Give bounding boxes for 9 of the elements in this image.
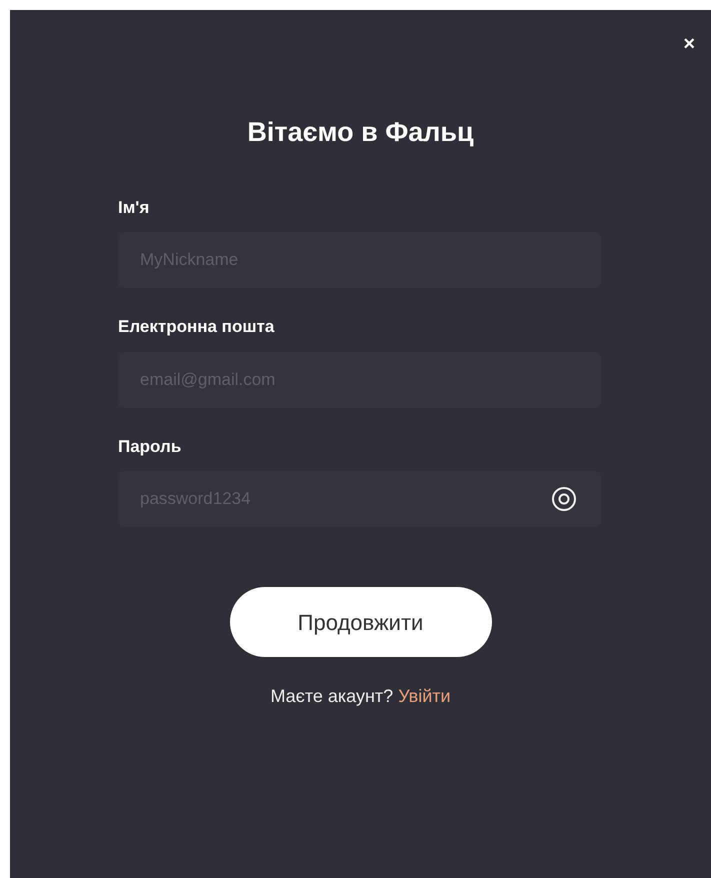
login-prompt: Маєте акаунт? Увійти <box>270 685 451 708</box>
continue-button[interactable]: Продовжити <box>230 587 492 657</box>
close-button[interactable]: × <box>683 34 695 54</box>
field-label: Пароль <box>118 436 182 458</box>
dialog-title: Вітаємо в Фальц <box>247 116 474 149</box>
field-label: Електронна пошта <box>118 316 276 338</box>
field-label: Ім'я <box>118 196 150 218</box>
login-link[interactable]: Увійти <box>398 686 451 706</box>
eye-icon[interactable] <box>551 486 577 512</box>
